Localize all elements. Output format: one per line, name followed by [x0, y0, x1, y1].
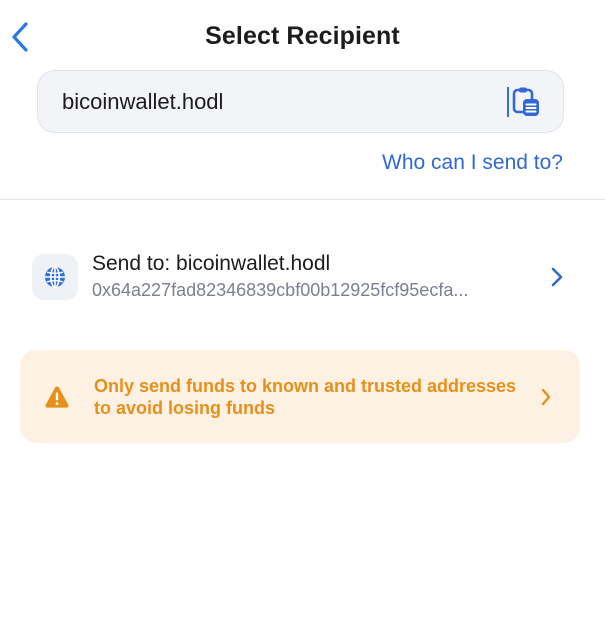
clipboard-icon	[512, 87, 539, 116]
chevron-right-icon	[551, 267, 563, 287]
recipient-text: Send to: bicoinwallet.hodl 0x64a227fad82…	[92, 251, 547, 303]
chevron-right-icon	[541, 388, 551, 405]
warning-message: Only send funds to known and trusted add…	[94, 375, 517, 418]
recipient-input[interactable]: bicoinwallet.hodl	[62, 89, 505, 115]
paste-button[interactable]	[509, 85, 543, 119]
globe-icon-container	[32, 254, 78, 300]
recipient-address: 0x64a227fad82346839cbf00b12925fcf95ecfa.…	[92, 280, 469, 300]
select-recipient-screen: Select Recipient bicoinwallet.hodl Who c…	[0, 0, 605, 629]
warning-banner[interactable]: Only send funds to known and trusted add…	[20, 350, 580, 443]
warning-chevron	[538, 386, 554, 408]
page-title: Select Recipient	[205, 22, 400, 50]
warning-triangle-icon	[45, 386, 69, 408]
recipient-suggestion-row[interactable]: Send to: bicoinwallet.hodl 0x64a227fad82…	[32, 248, 567, 306]
row-chevron	[547, 265, 567, 289]
recipient-title: Send to: bicoinwallet.hodl	[92, 252, 331, 275]
globe-icon	[45, 266, 65, 288]
who-can-i-send-to-link[interactable]: Who can I send to?	[382, 151, 563, 175]
recipient-search-field[interactable]: bicoinwallet.hodl	[37, 70, 564, 133]
divider	[0, 199, 605, 200]
